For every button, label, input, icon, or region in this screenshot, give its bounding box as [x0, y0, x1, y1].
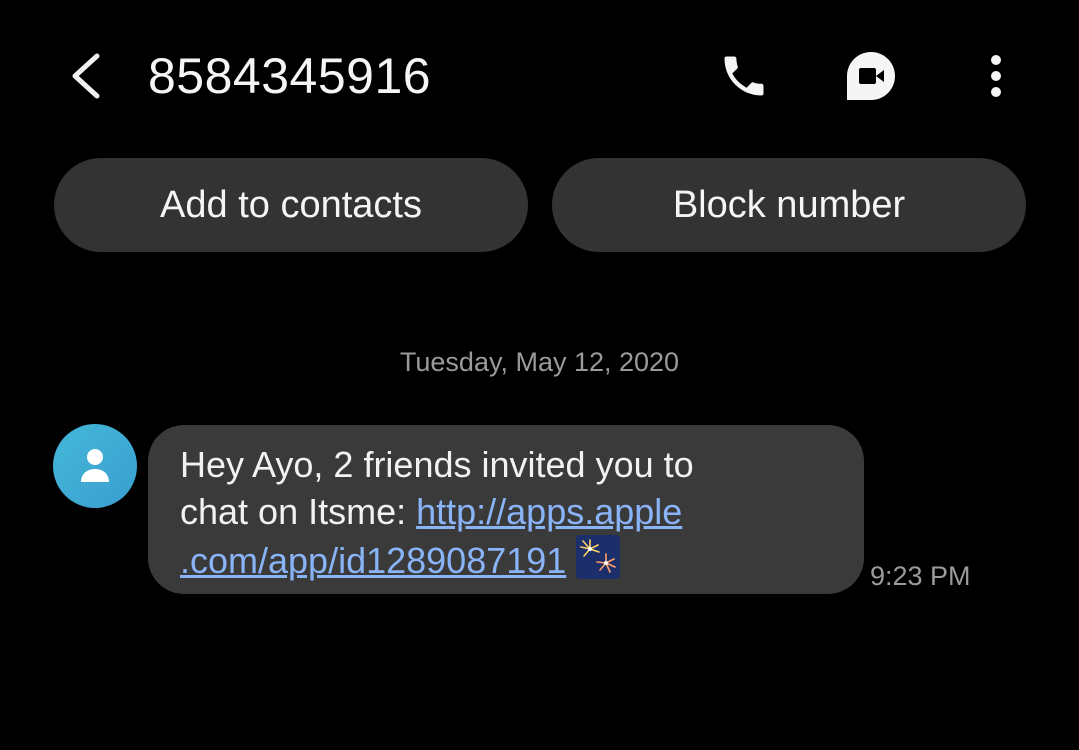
block-number-label: Block number — [672, 183, 906, 226]
message-text-line-2: chat on Itsme: — [180, 491, 417, 532]
message-text-line-1: Hey Ayo, 2 friends invited you to — [180, 444, 694, 485]
fireworks-icon — [576, 535, 621, 579]
page-title: 8584345916 — [148, 48, 432, 104]
more-options-button[interactable] — [966, 46, 1026, 106]
message-timestamp: 9:23 PM — [870, 561, 971, 591]
message-link-part-1[interactable]: http://apps.apple — [416, 491, 682, 532]
call-button[interactable] — [714, 46, 774, 106]
video-call-icon — [847, 52, 895, 100]
message-bubble[interactable]: Hey Ayo, 2 friends invited you to chat o… — [148, 425, 864, 594]
video-call-button[interactable] — [841, 46, 901, 106]
add-to-contacts-button[interactable]: Add to contacts — [54, 158, 528, 252]
avatar[interactable] — [53, 424, 137, 508]
fireworks-emoji — [576, 535, 621, 579]
more-options-icon — [991, 55, 1001, 97]
app-header: 8584345916 — [0, 0, 1079, 150]
date-separator: Tuesday, May 12, 2020 — [399, 347, 680, 377]
message-link-part-2[interactable]: .com/app/id1289087191 — [180, 540, 566, 581]
back-arrow-icon — [72, 53, 100, 99]
back-button[interactable] — [58, 46, 114, 106]
phone-icon — [724, 56, 764, 96]
add-to-contacts-label: Add to contacts — [160, 183, 422, 226]
person-icon — [81, 449, 109, 482]
block-number-button[interactable]: Block number — [552, 158, 1026, 252]
